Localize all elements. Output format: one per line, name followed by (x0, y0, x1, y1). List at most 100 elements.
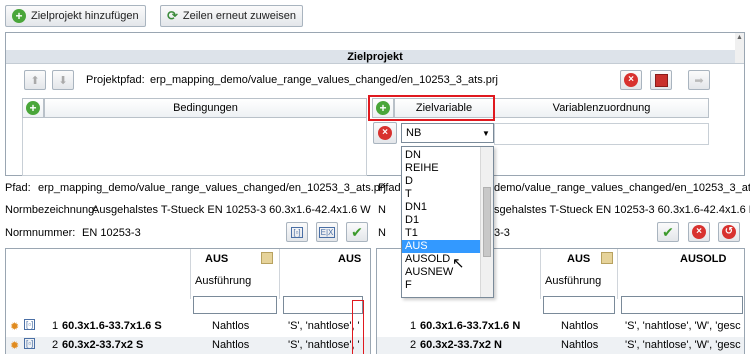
table-row[interactable]: ✹ [▫] 1 60.3x1.6-33.7x1.6 S Nahtlos 'S',… (6, 317, 370, 336)
reset-right-button[interactable]: ↺ (718, 222, 740, 242)
gear-icon: ✹ (10, 321, 20, 333)
project-icon (654, 73, 668, 87)
left-col-aus2-header: AUS (338, 253, 362, 265)
right-filter-input-ausold[interactable] (621, 296, 743, 314)
remove-variable-button[interactable]: × (373, 122, 397, 144)
table-row[interactable]: ✹ [▫] 2 60.3x2-33.7x2 S Nahtlos 'S', 'na… (6, 337, 370, 354)
add-condition-button[interactable]: + (22, 98, 44, 118)
mapping-icon: [▫] (24, 319, 36, 330)
edit-icon[interactable] (261, 252, 273, 264)
row-aus: Nahtlos (212, 320, 250, 332)
right-norm-number-value: 3-3 (494, 227, 510, 239)
left-path-value: erp_mapping_demo/value_range_values_chan… (38, 182, 386, 194)
check-icon: ✔ (662, 224, 674, 240)
reassign-rows-button[interactable]: ⟳ Zeilen erneut zuweisen (160, 5, 304, 27)
dropdown-option[interactable]: T (402, 188, 481, 201)
conditions-header: Bedingungen (44, 98, 367, 118)
mouse-pointer-icon: ↖ (452, 255, 465, 272)
check-icon: ✔ (351, 224, 363, 240)
target-variable-select[interactable]: NB ▼ (401, 123, 494, 143)
dropdown-scrollbar[interactable] (480, 147, 493, 297)
panel-scrollbar[interactable]: ▲ (735, 33, 744, 63)
arrow-up-icon: ⬆ (30, 74, 40, 87)
dropdown-option[interactable]: AUSNEW (402, 266, 481, 279)
remove-project-button[interactable]: × (620, 70, 642, 90)
dropdown-option[interactable]: REIHE (402, 162, 481, 175)
dropdown-list: DN REIHE D T DN1 D1 T1 AUS AUSOLD AUSNEW F (402, 149, 481, 292)
move-down-button[interactable]: ⬇ (52, 70, 74, 90)
row-values: 'S', 'nahtlose', ' (288, 320, 360, 332)
move-up-button[interactable]: ⬆ (24, 70, 46, 90)
row-aus: Nahtlos (561, 339, 599, 351)
target-variable-select-value: NB (406, 127, 422, 139)
value-mapping-button[interactable]: E|X (316, 222, 338, 242)
value-icon: E|X (318, 226, 336, 238)
dropdown-option[interactable]: AUSOLD (402, 253, 481, 266)
right-filter-input-aus[interactable] (543, 296, 615, 314)
target-project-title: Zielprojekt (6, 50, 744, 64)
add-icon: + (12, 9, 26, 23)
row-name: 60.3x2-33.7x2 N (420, 339, 502, 351)
mapping-icon: [▫] (291, 226, 303, 238)
edit-icon[interactable] (601, 252, 613, 264)
close-icon: × (624, 73, 638, 87)
table-row[interactable]: 2 60.3x2-33.7x2 N Nahtlos 'S', 'nahtlose… (377, 337, 744, 354)
row-values: 'S', 'nahtlose', 'W', 'gesc (625, 339, 741, 351)
left-norm-number-label: Normnummer: (5, 227, 76, 239)
dropdown-option[interactable]: DN1 (402, 201, 481, 214)
left-col-aus-header: AUS (205, 253, 229, 265)
row-name: 60.3x1.6-33.7x1.6 N (420, 320, 521, 332)
variable-assignment-cell[interactable] (494, 123, 709, 145)
variable-mapping-button[interactable]: [▫] (286, 222, 308, 242)
dropdown-option[interactable]: D1 (402, 214, 481, 227)
left-table-highlight (352, 300, 364, 354)
right-col-aus-sub: Ausführung (545, 275, 602, 287)
right-col-ausold-header: AUSOLD (680, 253, 727, 265)
variable-assignment-header: Variablenzuordnung (494, 98, 709, 118)
scrollbar-thumb[interactable] (483, 187, 491, 257)
left-norm-name-label: Normbezeichnung: (5, 204, 98, 216)
left-filter-input-aus2[interactable] (283, 296, 363, 314)
chevron-down-icon: ▼ (482, 128, 490, 138)
table-row[interactable]: 1 60.3x1.6-33.7x1.6 N Nahtlos 'S', 'naht… (377, 317, 744, 336)
forward-button[interactable]: ➡ (688, 70, 710, 90)
conditions-area (22, 118, 367, 176)
arrow-right-icon: ➡ (694, 74, 704, 87)
accept-right-button[interactable]: ✔ (657, 222, 679, 242)
row-aus: Nahtlos (212, 339, 250, 351)
add-target-project-button[interactable]: + Zielprojekt hinzufügen (5, 5, 146, 27)
reset-icon: ↺ (722, 225, 736, 239)
left-norm-name-value: Ausgehalstes T-Stueck EN 10253-3 60.3x1.… (92, 204, 371, 216)
row-values: 'S', 'nahtlose', ' (288, 339, 360, 351)
dropdown-option[interactable]: T1 (402, 227, 481, 240)
add-target-project-label: Zielprojekt hinzufügen (31, 10, 139, 22)
project-path-label: Projektpfad: (86, 74, 145, 86)
row-number: 2 (410, 339, 417, 351)
left-norm-number-value: EN 10253-3 (82, 227, 141, 239)
dropdown-option[interactable]: DN (402, 149, 481, 162)
right-col-aus-header: AUS (567, 253, 591, 265)
row-name: 60.3x1.6-33.7x1.6 S (62, 320, 162, 332)
cancel-right-button[interactable]: × (688, 222, 710, 242)
row-number: 1 (410, 320, 417, 332)
right-norm-number-label: N (378, 227, 386, 239)
left-filter-input-aus[interactable] (193, 296, 277, 314)
mapping-icon: [▫] (24, 338, 36, 349)
reassign-rows-label: Zeilen erneut zuweisen (182, 10, 297, 22)
open-project-button[interactable] (650, 70, 672, 90)
row-aus: Nahtlos (561, 320, 599, 332)
dropdown-option[interactable]: D (402, 175, 481, 188)
row-number: 1 (52, 320, 59, 332)
row-number: 2 (52, 339, 59, 351)
accept-left-button[interactable]: ✔ (346, 222, 368, 242)
refresh-icon: ⟳ (167, 8, 178, 23)
row-values: 'S', 'nahtlose', 'W', 'gesc (625, 320, 741, 332)
left-path-label: Pfad: (5, 182, 31, 194)
left-col-aus: AUS Ausführung (190, 249, 280, 299)
arrow-down-icon: ⬇ (58, 74, 68, 87)
dropdown-option[interactable]: AUS (402, 240, 481, 253)
target-variable-dropdown[interactable]: DN REIHE D T DN1 D1 T1 AUS AUSOLD AUSNEW F (401, 146, 494, 298)
dropdown-option[interactable]: F (402, 279, 481, 292)
left-col-aus-sub: Ausführung (195, 275, 252, 287)
right-norm-name-value: sgehalstes T-Stueck EN 10253-3 60.3x1.6-… (494, 204, 750, 216)
